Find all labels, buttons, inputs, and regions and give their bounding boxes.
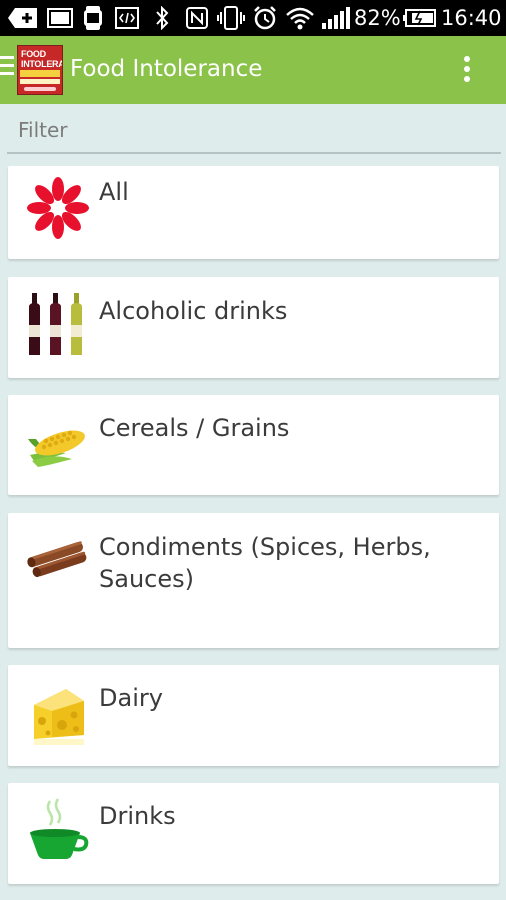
menu-icon[interactable] — [0, 56, 14, 82]
category-label: Drinks — [99, 802, 176, 830]
wifi-icon — [285, 6, 315, 30]
app-title: Food Intolerance — [70, 56, 263, 82]
filter-field — [7, 108, 501, 154]
cinnamon-icon — [26, 527, 90, 593]
app-bar: FOOD INTOLERANCE Food Intolerance — [0, 36, 506, 104]
list-item[interactable]: Cereals / Grains — [8, 395, 499, 495]
battery-icon — [403, 6, 437, 30]
battery-percent: 82% — [354, 6, 401, 30]
category-label: Condiments (Spices, Herbs, Sauces) — [99, 533, 431, 593]
status-bar: 82% 16:40 — [0, 0, 506, 36]
category-label: Alcoholic drinks — [99, 297, 288, 325]
category-label: Cereals / Grains — [99, 414, 290, 442]
asterisk-icon — [26, 175, 90, 241]
alarm-icon — [252, 6, 278, 30]
list-item[interactable]: Condiments (Spices, Herbs, Sauces) — [8, 513, 499, 648]
watch-icon — [82, 6, 104, 30]
bluetooth-icon — [153, 6, 171, 30]
clock: 16:40 — [441, 6, 502, 30]
cheese-icon — [26, 681, 90, 747]
list-item[interactable]: Dairy — [8, 665, 499, 766]
category-label: All — [99, 178, 129, 206]
list-item[interactable]: Alcoholic drinks — [8, 277, 499, 378]
list-item[interactable]: Drinks — [8, 783, 499, 884]
corn-icon — [26, 409, 90, 475]
overflow-menu-icon[interactable] — [462, 56, 472, 86]
signal-icon — [320, 6, 350, 30]
vibrate-icon — [217, 6, 245, 30]
cup-icon — [26, 797, 90, 863]
app-logo-text: FOOD INTOLERANCE — [21, 49, 63, 69]
code-icon — [114, 6, 140, 30]
add-icon — [6, 6, 40, 30]
nfc-icon — [186, 6, 208, 30]
category-label: Dairy — [99, 684, 163, 712]
filter-input[interactable] — [7, 108, 501, 152]
list-item[interactable]: All — [8, 166, 499, 259]
app-logo[interactable]: FOOD INTOLERANCE — [17, 45, 63, 95]
image-icon — [47, 6, 73, 30]
wine-bottles-icon — [26, 291, 90, 357]
